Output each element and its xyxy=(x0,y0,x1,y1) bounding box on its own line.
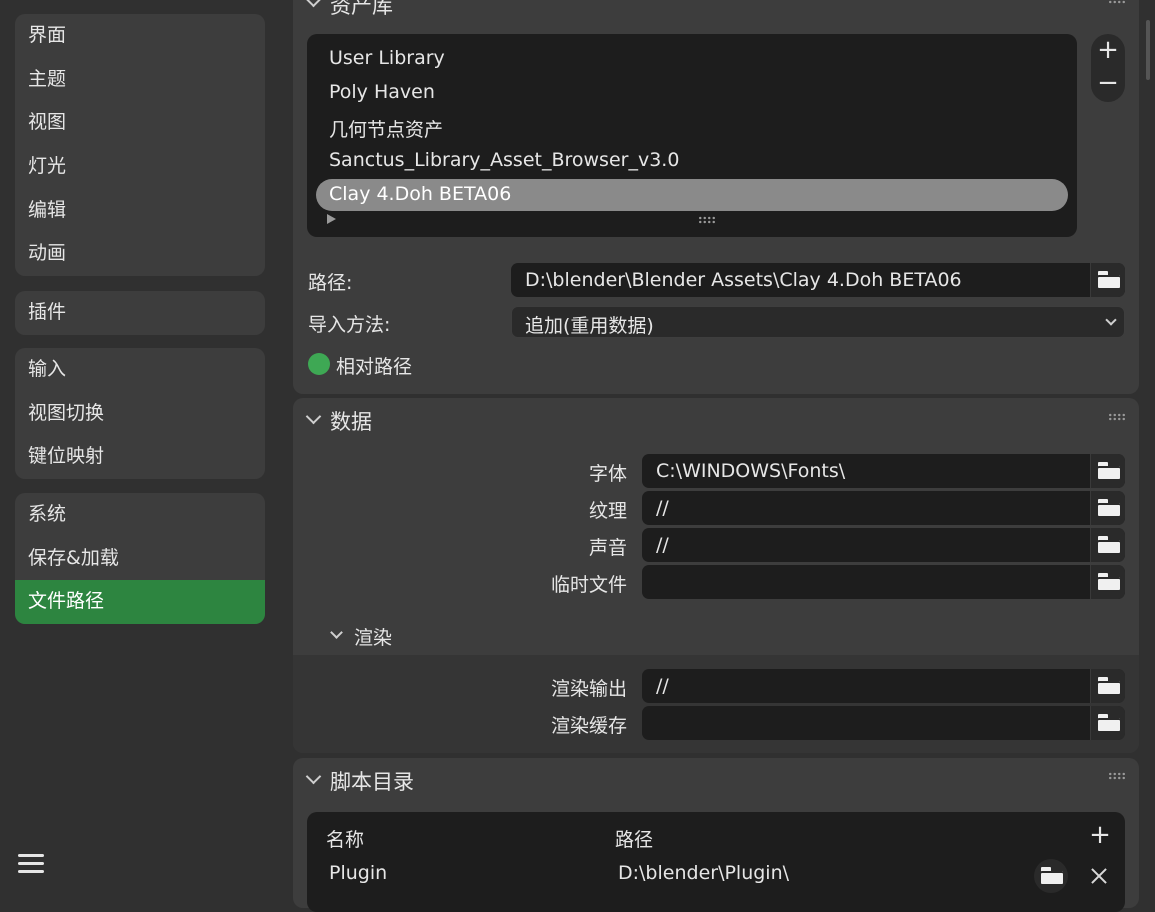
scrollbar[interactable] xyxy=(1146,20,1150,80)
folder-icon xyxy=(1098,677,1120,694)
folder-button[interactable] xyxy=(1034,859,1068,893)
sidebar-group-3: 输入 视图切换 键位映射 xyxy=(15,348,265,480)
sidebar-item-interface[interactable]: 界面 xyxy=(15,14,265,58)
sidebar-item-keymap[interactable]: 键位映射 xyxy=(15,435,265,479)
folder-button[interactable] xyxy=(1090,669,1125,703)
asset-library-list: User Library Poly Haven 几何节点资产 Sanctus_L… xyxy=(307,34,1077,237)
column-header-path: 路径 xyxy=(615,829,654,851)
temp-files-path-field[interactable] xyxy=(642,565,1125,599)
sidebar-item-save-load[interactable]: 保存&加载 xyxy=(15,537,265,581)
library-path-field[interactable]: D:\blender\Blender Assets\Clay 4.Doh BET… xyxy=(511,263,1125,297)
add-library-button[interactable]: + xyxy=(1091,34,1125,68)
render-output-label: 渲染输出 xyxy=(550,678,627,700)
grip-icon[interactable] xyxy=(1108,772,1126,780)
textures-label: 纹理 xyxy=(588,500,627,522)
folder-icon xyxy=(1098,499,1120,516)
sidebar-item-themes[interactable]: 主题 xyxy=(15,58,265,102)
list-item[interactable]: Poly Haven xyxy=(329,81,435,103)
folder-button[interactable] xyxy=(1090,491,1125,525)
script-directories-table: 名称 路径 + Plugin D:\blender\Plugin\ xyxy=(307,812,1125,912)
folder-icon xyxy=(1098,573,1120,590)
expand-arrow-icon[interactable] xyxy=(327,214,336,224)
folder-icon xyxy=(1098,536,1120,553)
render-cache-label: 渲染缓存 xyxy=(550,715,627,737)
render-subpanel-title[interactable]: 渲染 xyxy=(354,623,392,650)
remove-library-button[interactable]: − xyxy=(1091,68,1125,102)
menu-icon[interactable] xyxy=(18,852,44,876)
import-method-select[interactable]: 追加(重用数据) xyxy=(511,306,1125,338)
sidebar-item-file-paths[interactable]: 文件路径 xyxy=(15,580,265,625)
relative-path-checkbox[interactable] xyxy=(308,353,330,375)
sidebar-item-animation[interactable]: 动画 xyxy=(15,232,265,276)
fonts-path-field[interactable]: C:\WINDOWS\Fonts\ xyxy=(642,454,1125,488)
sounds-label: 声音 xyxy=(588,537,627,559)
folder-button[interactable] xyxy=(1090,565,1125,599)
resize-grip-icon[interactable] xyxy=(698,216,716,224)
sidebar-item-viewport[interactable]: 视图 xyxy=(15,101,265,145)
folder-button[interactable] xyxy=(1090,263,1125,297)
script-path-cell[interactable]: D:\blender\Plugin\ xyxy=(618,862,789,884)
sidebar-group-4: 系统 保存&加载 文件路径 xyxy=(15,493,265,625)
folder-button[interactable] xyxy=(1090,528,1125,562)
folder-icon xyxy=(1098,271,1120,288)
textures-path-value: // xyxy=(656,497,669,519)
fonts-label: 字体 xyxy=(588,463,627,485)
grip-icon[interactable] xyxy=(1108,0,1126,4)
list-item[interactable]: Sanctus_Library_Asset_Browser_v3.0 xyxy=(329,149,679,171)
folder-button[interactable] xyxy=(1090,454,1125,488)
column-header-name: 名称 xyxy=(326,829,365,851)
folder-icon xyxy=(1098,462,1120,479)
list-item-label: Clay 4.Doh BETA06 xyxy=(329,183,512,205)
folder-icon xyxy=(1098,714,1120,731)
list-item[interactable]: 几何节点资产 xyxy=(329,115,443,142)
sidebar-group-2: 插件 xyxy=(15,291,265,335)
render-output-path-value: // xyxy=(656,675,669,697)
sidebar-item-navigation[interactable]: 视图切换 xyxy=(15,392,265,436)
grip-icon[interactable] xyxy=(1108,413,1126,421)
sounds-path-value: // xyxy=(656,534,669,556)
temp-files-label: 临时文件 xyxy=(550,574,627,596)
textures-path-field[interactable]: // xyxy=(642,491,1125,525)
import-method-value: 追加(重用数据) xyxy=(525,315,654,337)
sidebar-item-addons[interactable]: 插件 xyxy=(15,291,265,335)
library-add-remove-group: + − xyxy=(1091,34,1125,102)
close-icon[interactable] xyxy=(1087,864,1111,888)
fonts-path-value: C:\WINDOWS\Fonts\ xyxy=(656,460,846,482)
scripts-title[interactable]: 脚本目录 xyxy=(330,766,414,796)
render-cache-path-field[interactable] xyxy=(642,706,1125,740)
library-path-value: D:\blender\Blender Assets\Clay 4.Doh BET… xyxy=(525,269,962,291)
chevron-down-icon xyxy=(1105,314,1117,326)
asset-library-title[interactable]: 资产库 xyxy=(330,0,393,20)
list-item-selected[interactable]: Clay 4.Doh BETA06 xyxy=(316,179,1068,211)
path-label: 路径: xyxy=(308,272,353,294)
folder-button[interactable] xyxy=(1090,706,1125,740)
render-output-path-field[interactable]: // xyxy=(642,669,1125,703)
table-row[interactable]: Plugin D:\blender\Plugin\ xyxy=(307,856,1125,896)
sidebar-item-lights[interactable]: 灯光 xyxy=(15,145,265,189)
script-name-cell[interactable]: Plugin xyxy=(329,862,387,884)
data-title[interactable]: 数据 xyxy=(330,406,372,436)
sidebar-group-1: 界面 主题 视图 灯光 编辑 动画 xyxy=(15,14,265,277)
sidebar-item-system[interactable]: 系统 xyxy=(15,493,265,537)
sidebar-item-input[interactable]: 输入 xyxy=(15,348,265,392)
sounds-path-field[interactable]: // xyxy=(642,528,1125,562)
list-item[interactable]: User Library xyxy=(329,47,445,69)
relative-path-label[interactable]: 相对路径 xyxy=(336,352,412,379)
add-script-directory-button[interactable]: + xyxy=(1087,820,1113,850)
sidebar-item-editing[interactable]: 编辑 xyxy=(15,189,265,233)
import-method-label: 导入方法: xyxy=(308,314,391,336)
folder-icon xyxy=(1041,867,1063,884)
